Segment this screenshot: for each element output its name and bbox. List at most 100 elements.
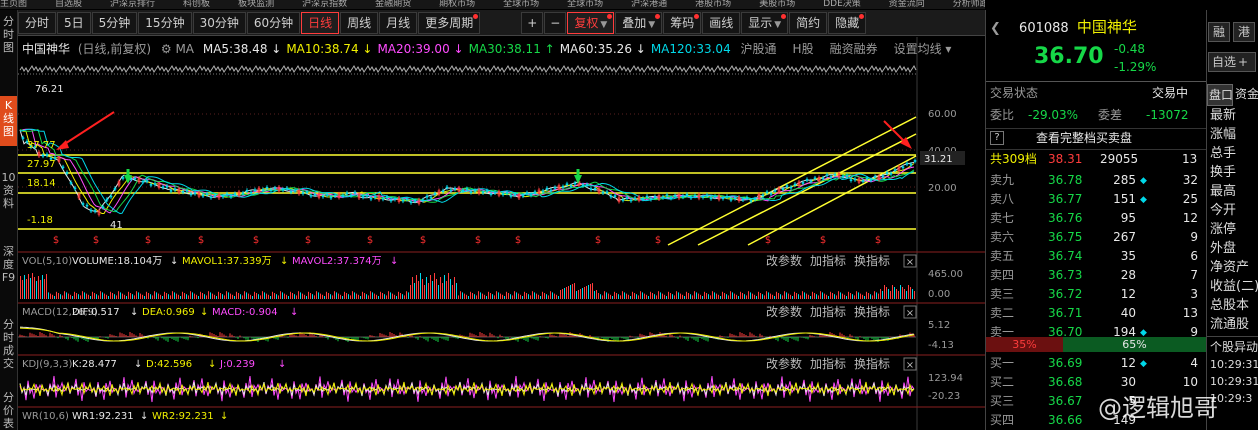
chart-link-2[interactable]: 融资融券 [830,42,878,56]
tool-button-4[interactable]: 显示 ▼ [741,11,789,34]
top-strip-item[interactable]: 港股市场 [695,0,731,9]
depth-row[interactable]: 卖三 36.72 12 3 [986,285,1206,304]
volume-bar [596,290,597,299]
movement-tab[interactable]: 个股异动 [1207,336,1258,357]
side-item-8[interactable]: 净资产 [1207,258,1258,278]
left-tab-1[interactable]: K线图 [0,96,17,146]
top-strip-item[interactable]: 科创板 [183,0,210,9]
volume-bar [30,278,31,299]
period-button-8[interactable]: 月线 [379,11,418,34]
volume-bar [106,294,107,299]
top-strip-item[interactable]: 全球市场 [567,0,603,9]
candle [745,197,749,199]
side-item-5[interactable]: 今开 [1207,201,1258,221]
top-strip-item[interactable]: 全球市场 [503,0,539,9]
volume-bar [440,277,441,299]
panel-ctrl-1[interactable]: 加指标 [810,253,846,268]
panel-ctrl-0[interactable]: 改参数 [766,304,802,319]
side-item-2[interactable]: 总手 [1207,144,1258,164]
tool-button-6[interactable]: 隐藏 [828,11,867,34]
top-strip-item[interactable]: 自选股 [55,0,82,9]
top-strip-item[interactable]: 沪深京指数 [302,0,347,9]
top-strip-item[interactable]: 主页图 [0,0,27,9]
volume-bar [670,293,671,299]
left-tab-5[interactable]: 分价表 [0,388,17,430]
period-button-6[interactable]: 日线 [301,11,340,34]
nav-prev-icon[interactable]: ❮ [990,21,1001,36]
help-icon[interactable]: ? [990,131,1004,145]
candle [225,193,229,196]
chart-link-3[interactable]: 设置均线 [894,42,942,56]
top-strip-item[interactable]: 期权市场 [439,0,475,9]
volume-bar [220,293,221,299]
volume-bar [594,291,595,299]
kline-chart-area[interactable]: 76.21 37.77 27.97 18.14 -1.18 41 $ $ $ $ $ $ $ $ $ $ $ $ $… [18,37,985,430]
period-button-5[interactable]: 60分钟 [246,11,301,34]
tool-button-3[interactable]: 画线 [702,11,741,34]
depth-row[interactable]: 卖七 36.76 95 12 [986,209,1206,228]
side-item-10[interactable]: 总股本 [1207,296,1258,316]
period-button-2[interactable]: 5分钟 [91,11,138,34]
panel-ctrl-2[interactable]: 换指标 [854,304,890,319]
panel-ctrl-0[interactable]: 改参数 [766,253,802,268]
period-button-0[interactable]: 分时 [18,11,57,34]
panel-ctrl-2[interactable]: 换指标 [854,253,890,268]
top-strip-item[interactable]: DDE决策 [823,0,861,9]
panel-ctrl-0[interactable]: 改参数 [766,356,802,371]
period-button-3[interactable]: 15分钟 [138,11,192,34]
top-strip-item[interactable]: 资金流向 [889,0,925,9]
tool-button-2[interactable]: 筹码 [663,11,702,34]
tool-button-0[interactable]: 复权 ▼ [567,11,615,34]
top-strip-item[interactable]: 沪深京排行 [110,0,155,9]
candle [869,179,873,181]
tool-button-5[interactable]: 简约 [789,11,828,34]
tab-funds[interactable]: 资金 [1234,84,1258,104]
top-strip-item[interactable]: 美股市场 [759,0,795,9]
panel-ctrl-1[interactable]: 加指标 [810,304,846,319]
settings-gear-icon[interactable]: ⚙ [161,42,172,56]
chart-link-0[interactable]: 沪股通 [741,42,777,56]
depth-row[interactable]: 卖二 36.71 40 13 [986,304,1206,323]
side-item-3[interactable]: 换手 [1207,163,1258,183]
left-tab-0[interactable]: 分时图 [0,12,17,56]
period-button-7[interactable]: 周线 [340,11,379,34]
full-depth-row[interactable]: ? 查看完整档买卖盘 [986,128,1206,147]
side-item-4[interactable]: 最高 [1207,182,1258,202]
depth-row[interactable]: 卖四 36.73 28 7 [986,266,1206,285]
top-strip-item[interactable]: 分析师跟踪 [953,0,985,9]
side-item-9[interactable]: 收益(二) [1207,277,1258,297]
zoom-out-icon[interactable]: − [544,11,567,34]
panel-ctrl-2[interactable]: 换指标 [854,356,890,371]
depth-row[interactable]: 买一 36.69 12 ◆ 4 [986,354,1206,373]
volume-bar [556,294,557,299]
side-item-6[interactable]: 涨停 [1207,220,1258,240]
volume-bar [826,294,827,299]
left-tab-2[interactable]: 10资料 [0,168,17,218]
panel-ctrl-1[interactable]: 加指标 [810,356,846,371]
tab-pankou[interactable]: 盘口 [1207,84,1233,106]
depth-row[interactable]: 卖九 36.78 285 ◆ 32 [986,171,1206,190]
side-item-11[interactable]: 流通股 [1207,315,1258,335]
left-tab-3[interactable]: 深度F9 [0,242,17,292]
full-depth-link[interactable]: 查看完整档买卖盘 [1036,129,1132,148]
left-tab-4[interactable]: 分时成交 [0,315,17,370]
period-button-4[interactable]: 30分钟 [192,11,246,34]
depth-row[interactable]: 卖六 36.75 267 9 [986,228,1206,247]
top-strip-item[interactable]: 沪深港通 [631,0,667,9]
depth-row[interactable]: 卖八 36.77 151 ◆ 25 [986,190,1206,209]
period-button-9[interactable]: 更多周期 [418,11,481,34]
period-button-1[interactable]: 5日 [57,11,91,34]
top-strip-item[interactable]: 板块监测 [238,0,274,9]
side-item-1[interactable]: 涨幅 [1207,125,1258,145]
candle [681,195,685,198]
top-strip-item[interactable]: 金融期货 [375,0,411,9]
tool-button-1[interactable]: 叠加 ▼ [615,11,663,34]
side-item-0[interactable]: 最新 [1207,106,1258,126]
side-item-7[interactable]: 外盘 [1207,239,1258,259]
level-volume: 35 [1120,249,1136,263]
axis-label: -4.13 [928,340,954,351]
depth-row[interactable]: 卖五 36.74 35 6 [986,247,1206,266]
zoom-in-icon[interactable]: + [521,11,544,34]
chart-link-1[interactable]: H股 [793,42,814,56]
candle [841,175,845,178]
